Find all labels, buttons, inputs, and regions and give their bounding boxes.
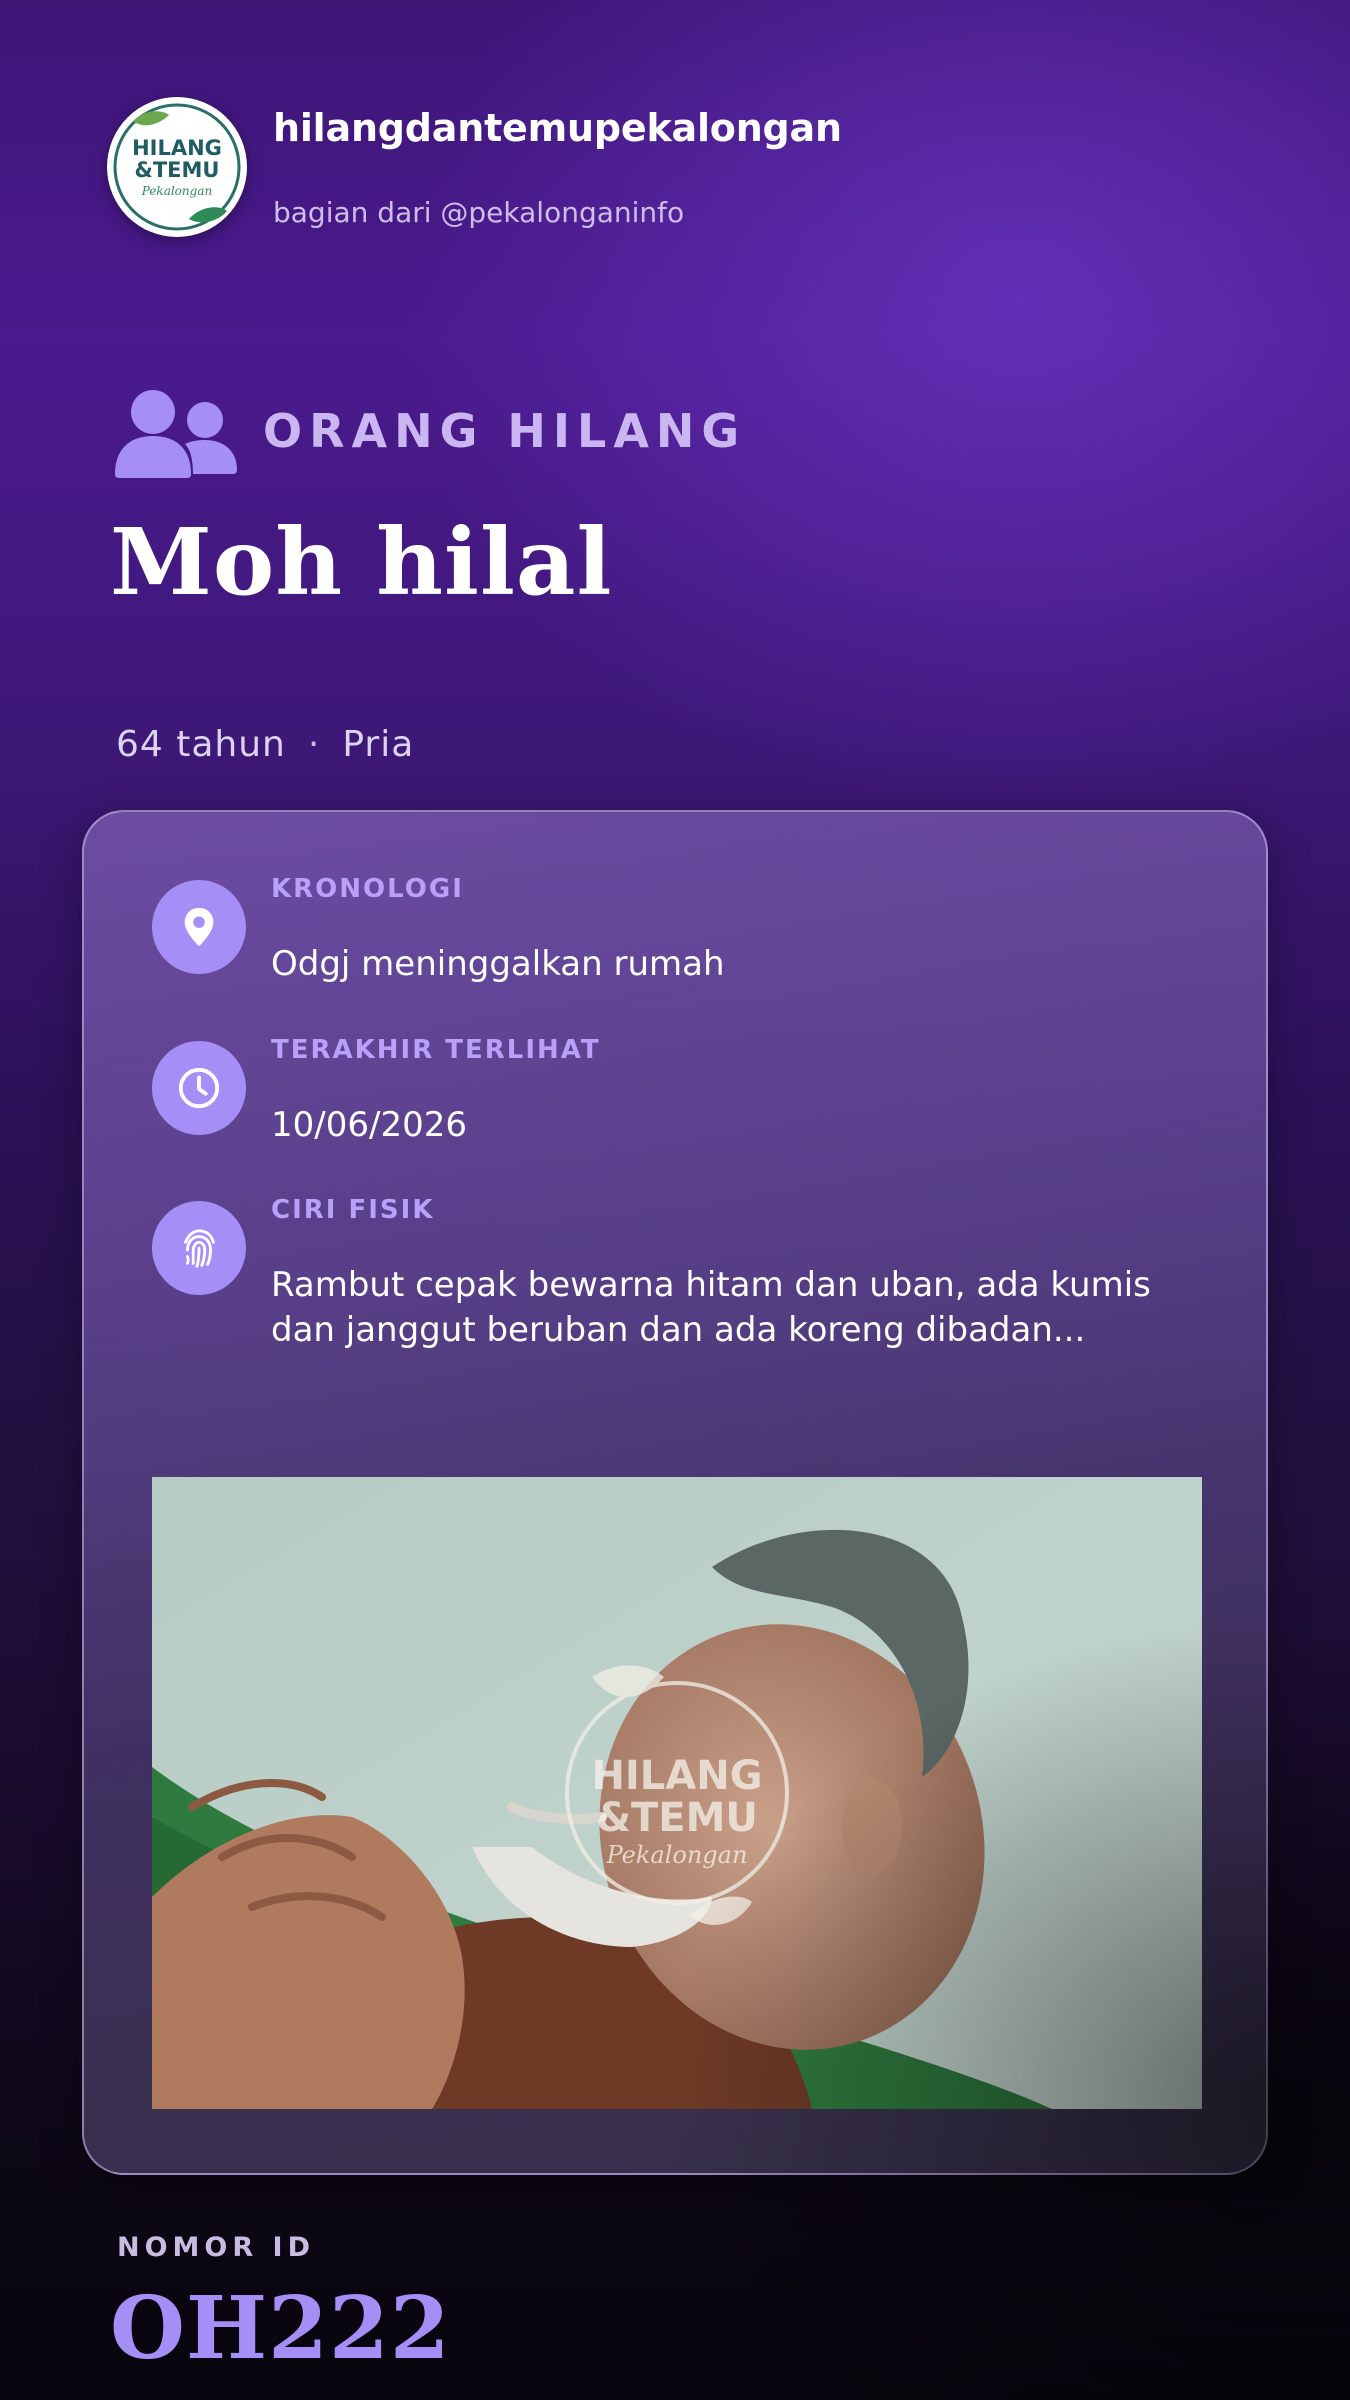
detail-label: CIRI FISIK — [271, 1195, 435, 1225]
details-card: KRONOLOGI Odgj meninggalkan rumah TERAKH… — [82, 810, 1268, 2175]
detail-label: TERAKHIR TERLIHAT — [271, 1035, 601, 1065]
map-pin-icon — [152, 880, 246, 974]
svg-text:&TEMU: &TEMU — [135, 158, 220, 182]
detail-value: 10/06/2026 — [271, 1105, 467, 1145]
hilang-temu-logo-icon: HILANG &TEMU Pekalongan — [113, 103, 241, 231]
fingerprint-icon — [152, 1201, 246, 1295]
meta-separator: · — [307, 724, 321, 765]
detail-label: KRONOLOGI — [271, 874, 464, 904]
person-photo-image: HILANG &TEMU Pekalongan — [152, 1477, 1202, 2109]
svg-text:&TEMU: &TEMU — [596, 1795, 758, 1841]
account-logo[interactable]: HILANG &TEMU Pekalongan — [107, 97, 247, 237]
id-value: OH222 — [110, 2278, 451, 2379]
clock-icon — [152, 1041, 246, 1135]
category-label: ORANG HILANG — [263, 404, 747, 458]
svg-text:HILANG: HILANG — [132, 136, 222, 160]
id-label: NOMOR ID — [117, 2232, 316, 2263]
svg-text:Pekalongan: Pekalongan — [141, 184, 212, 198]
svg-text:Pekalongan: Pekalongan — [606, 1841, 748, 1869]
person-meta: 64 tahun · Pria — [116, 724, 414, 765]
person-age: 64 tahun — [116, 724, 286, 765]
account-subtitle: bagian dari @pekalonganinfo — [273, 196, 685, 229]
account-name[interactable]: hilangdantemupekalongan — [273, 106, 842, 150]
person-name: Moh hilal — [110, 508, 613, 616]
person-gender: Pria — [342, 724, 415, 765]
detail-value: Odgj meninggalkan rumah — [271, 944, 725, 984]
detail-value: Rambut cepak bewarna hitam dan uban, ada… — [271, 1265, 1151, 1350]
missing-person-photo[interactable]: HILANG &TEMU Pekalongan — [152, 1477, 1202, 2109]
svg-text:HILANG: HILANG — [591, 1753, 762, 1799]
people-icon — [115, 390, 237, 478]
